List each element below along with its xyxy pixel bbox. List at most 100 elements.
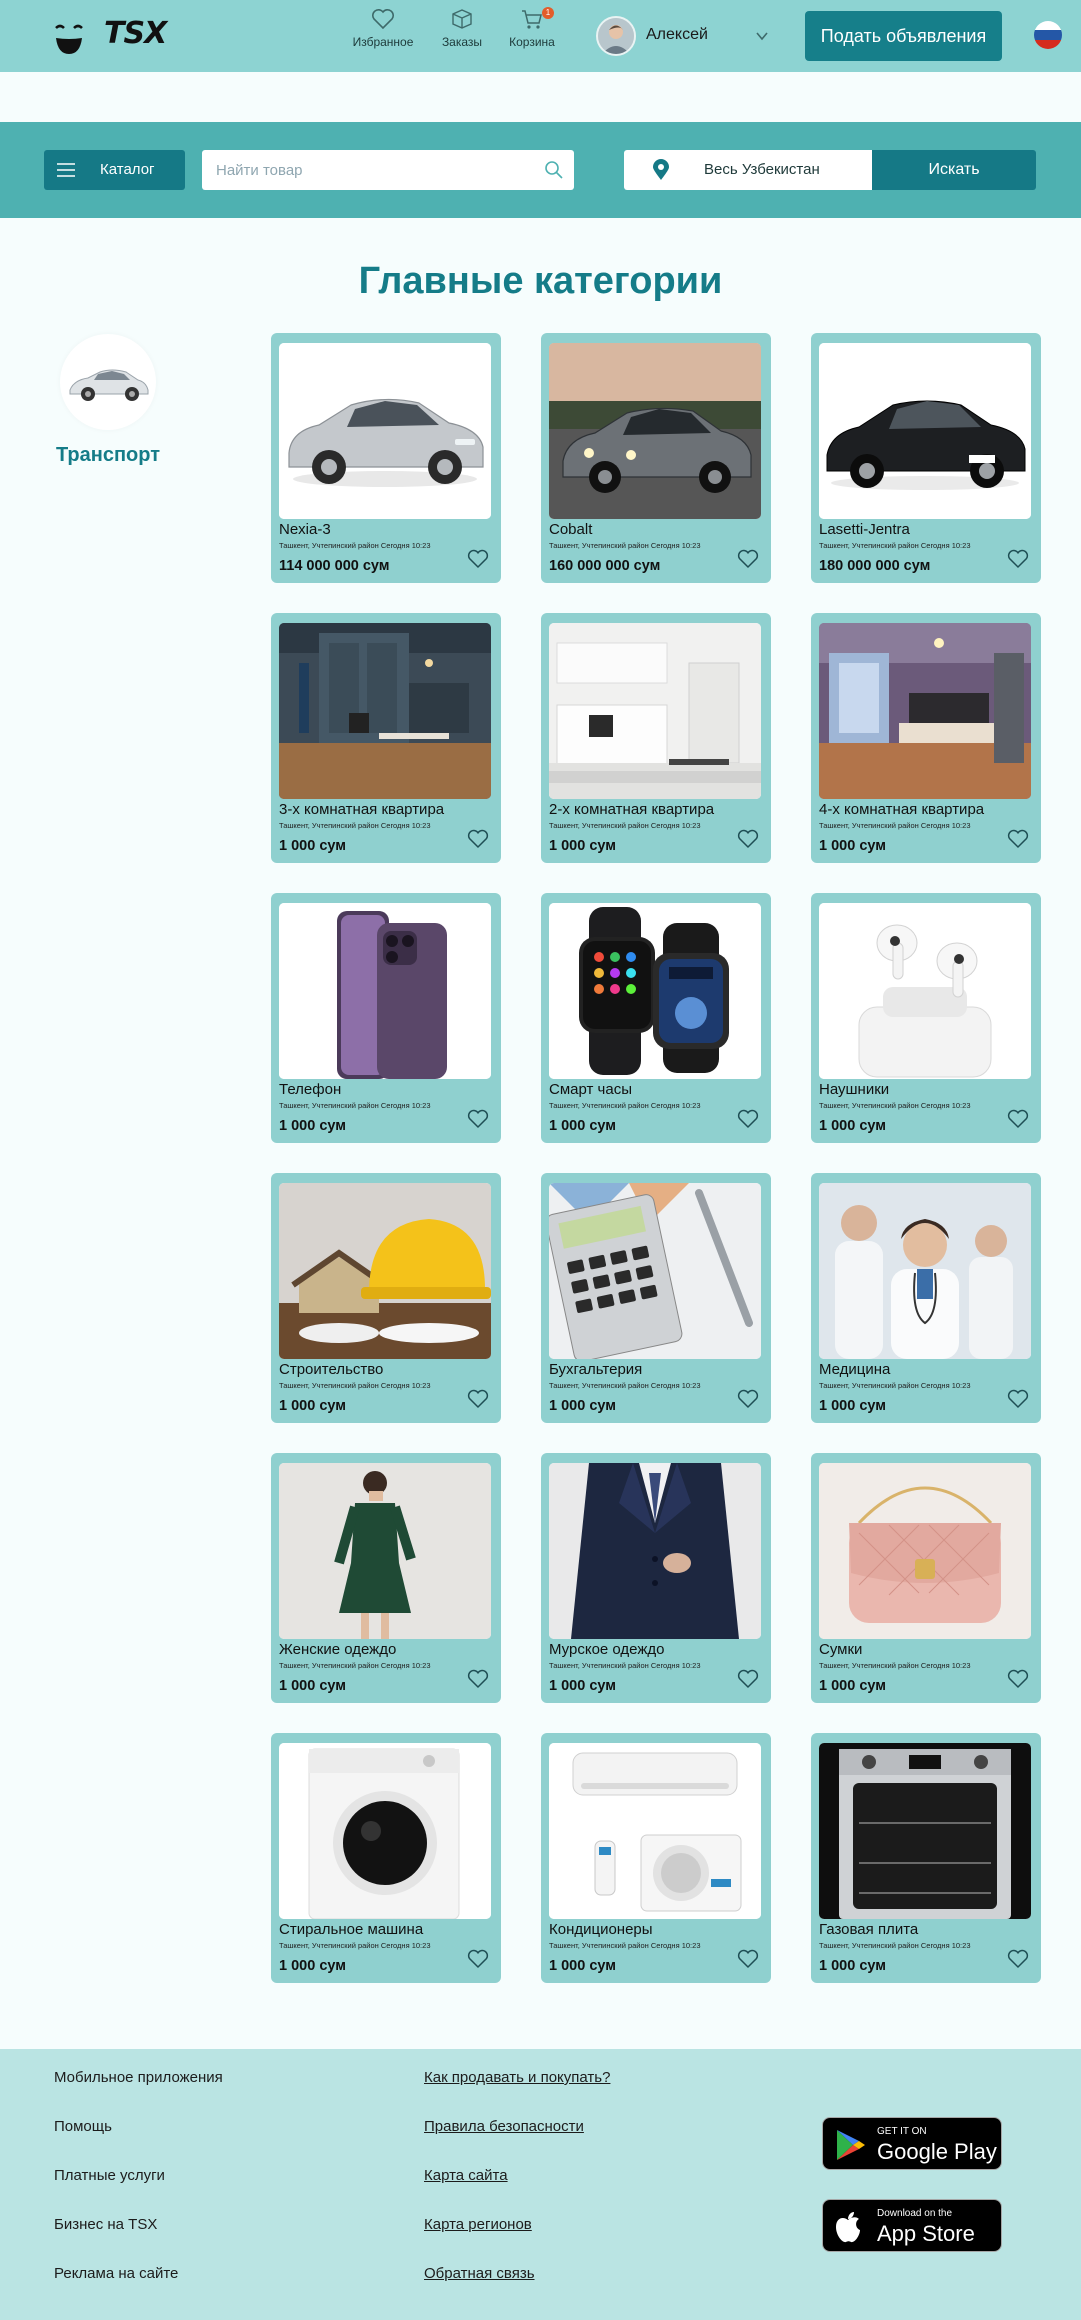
heart-icon[interactable] xyxy=(737,549,759,569)
heart-icon[interactable] xyxy=(1007,829,1029,849)
chevron-down-icon[interactable] xyxy=(754,28,770,44)
heart-icon[interactable] xyxy=(467,1109,489,1129)
footer-link-help[interactable]: Помощь xyxy=(54,2118,112,2135)
footer-link-sitemap[interactable]: Карта сайта xyxy=(424,2167,508,2184)
product-image[interactable] xyxy=(279,1183,491,1359)
product-image[interactable] xyxy=(549,623,761,799)
product-card[interactable]: 3-х комнатная квартира Ташкент, Учтепинск… xyxy=(271,613,501,863)
heart-icon[interactable] xyxy=(467,1389,489,1409)
heart-icon[interactable] xyxy=(467,1949,489,1969)
footer-link-feedback[interactable]: Обратная связь xyxy=(424,2265,535,2282)
footer-link-paid-services[interactable]: Платные услуги xyxy=(54,2167,165,2184)
user-menu[interactable]: Алексей xyxy=(596,14,776,58)
product-image[interactable] xyxy=(549,1183,761,1359)
product-title[interactable]: Бухгальтерия xyxy=(549,1361,759,1378)
product-image[interactable] xyxy=(819,903,1031,1079)
footer-link-safety-rules[interactable]: Правила безопасности xyxy=(424,2118,584,2135)
product-image[interactable] xyxy=(819,1743,1031,1919)
product-image[interactable] xyxy=(549,1463,761,1639)
search-button[interactable]: Искать xyxy=(872,150,1036,190)
search-icon[interactable] xyxy=(544,160,564,180)
product-card[interactable]: Кондиционеры Ташкент, Учтепинский район С… xyxy=(541,1733,771,1983)
heart-icon[interactable] xyxy=(1007,549,1029,569)
product-title[interactable]: Сумки xyxy=(819,1641,1029,1658)
product-title[interactable]: Медицина xyxy=(819,1361,1029,1378)
heart-icon[interactable] xyxy=(1007,1389,1029,1409)
product-title[interactable]: 4-х комнатная квартира xyxy=(819,801,1029,818)
product-card[interactable]: Наушники Ташкент, Учтепинский район Сегод… xyxy=(811,893,1041,1143)
product-image[interactable] xyxy=(279,1743,491,1919)
product-card[interactable]: Стиральное машина Ташкент, Учтепинский ра… xyxy=(271,1733,501,1983)
product-title[interactable]: Строительство xyxy=(279,1361,489,1378)
catalog-button[interactable]: Каталог xyxy=(44,150,185,190)
product-card[interactable]: Смарт часы Ташкент, Учтепинский район Сег… xyxy=(541,893,771,1143)
search-input[interactable] xyxy=(202,150,532,190)
product-card[interactable]: Бухгальтерия Ташкент, Учтепинский район С… xyxy=(541,1173,771,1423)
product-card[interactable]: Nexia-3 Ташкент, Учтепинский район Сегодн… xyxy=(271,333,501,583)
product-image[interactable] xyxy=(819,1183,1031,1359)
footer-link-business[interactable]: Бизнес на TSX xyxy=(54,2216,157,2233)
product-card[interactable]: Мурское одеждо Ташкент, Учтепинский район… xyxy=(541,1453,771,1703)
product-image[interactable] xyxy=(279,1463,491,1639)
product-image[interactable] xyxy=(279,343,491,519)
heart-icon[interactable] xyxy=(467,1669,489,1689)
product-card[interactable]: Женские одеждо Ташкент, Учтепинский район… xyxy=(271,1453,501,1703)
product-title[interactable]: Мурское одеждо xyxy=(549,1641,759,1658)
product-card[interactable]: Cobalt Ташкент, Учтепинский район Сегодня… xyxy=(541,333,771,583)
nav-favorites[interactable]: Избранное xyxy=(350,8,416,64)
product-card[interactable]: Lasetti-Jentra Ташкент, Учтепинский район… xyxy=(811,333,1041,583)
heart-icon[interactable] xyxy=(737,1669,759,1689)
logo[interactable]: TSX xyxy=(50,14,167,60)
product-title[interactable]: Женские одеждо xyxy=(279,1641,489,1658)
product-title[interactable]: Nexia-3 xyxy=(279,521,489,538)
product-title[interactable]: Газовая плита xyxy=(819,1921,1029,1938)
post-ad-button[interactable]: Подать объявления xyxy=(805,11,1002,61)
nav-cart[interactable]: 1 Корзина xyxy=(506,7,558,64)
product-image[interactable] xyxy=(279,623,491,799)
heart-icon[interactable] xyxy=(737,1389,759,1409)
russia-flag-icon[interactable] xyxy=(1034,21,1062,49)
product-title[interactable]: Кондиционеры xyxy=(549,1921,759,1938)
product-card[interactable]: Строительство Ташкент, Учтепинский район … xyxy=(271,1173,501,1423)
product-image[interactable] xyxy=(819,1463,1031,1639)
product-title[interactable]: Наушники xyxy=(819,1081,1029,1098)
region-selector[interactable]: Весь Узбекистан xyxy=(624,150,872,190)
product-image[interactable] xyxy=(549,903,761,1079)
product-price: 1 000 сум xyxy=(279,1958,346,1974)
product-title[interactable]: Телефон xyxy=(279,1081,489,1098)
product-card[interactable]: 4-х комнатная квартира Ташкент, Учтепинск… xyxy=(811,613,1041,863)
product-title[interactable]: Стиральное машина xyxy=(279,1921,489,1938)
footer-link-mobile-app[interactable]: Мобильное приложения xyxy=(54,2069,223,2086)
product-image[interactable] xyxy=(279,903,491,1079)
product-image[interactable] xyxy=(819,623,1031,799)
product-image[interactable] xyxy=(549,343,761,519)
google-play-badge[interactable]: GET IT ON Google Play xyxy=(822,2117,1002,2170)
product-title[interactable]: 3-х комнатная квартира xyxy=(279,801,489,818)
product-image[interactable] xyxy=(549,1743,761,1919)
product-card[interactable]: Газовая плита Ташкент, Учтепинский район … xyxy=(811,1733,1041,1983)
footer-link-how-to-sell[interactable]: Как продавать и покупать? xyxy=(424,2069,610,2086)
footer-link-advertising[interactable]: Реклама на сайте xyxy=(54,2265,178,2282)
product-card[interactable]: Медицина Ташкент, Учтепинский район Сегод… xyxy=(811,1173,1041,1423)
product-card[interactable]: 2-х комнатная квартира Ташкент, Учтепинск… xyxy=(541,613,771,863)
heart-icon[interactable] xyxy=(737,1109,759,1129)
side-category-transport[interactable]: Транспорт xyxy=(56,334,160,467)
product-title[interactable]: Cobalt xyxy=(549,521,759,538)
heart-icon[interactable] xyxy=(737,1949,759,1969)
app-store-badge[interactable]: Download on the App Store xyxy=(822,2199,1002,2252)
heart-icon[interactable] xyxy=(1007,1109,1029,1129)
product-card[interactable]: Сумки Ташкент, Учтепинский район Сегодня … xyxy=(811,1453,1041,1703)
product-card[interactable]: Телефон Ташкент, Учтепинский район Сегодн… xyxy=(271,893,501,1143)
product-title[interactable]: Смарт часы xyxy=(549,1081,759,1098)
heart-icon[interactable] xyxy=(467,549,489,569)
heart-icon[interactable] xyxy=(737,829,759,849)
footer-link-regions-map[interactable]: Карта регионов xyxy=(424,2216,532,2233)
heart-icon[interactable] xyxy=(1007,1949,1029,1969)
side-category-label: Транспорт xyxy=(55,444,161,466)
heart-icon[interactable] xyxy=(467,829,489,849)
product-title[interactable]: Lasetti-Jentra xyxy=(819,521,1029,538)
nav-orders[interactable]: Заказы xyxy=(438,8,486,64)
product-title[interactable]: 2-х комнатная квартира xyxy=(549,801,759,818)
product-image[interactable] xyxy=(819,343,1031,519)
heart-icon[interactable] xyxy=(1007,1669,1029,1689)
